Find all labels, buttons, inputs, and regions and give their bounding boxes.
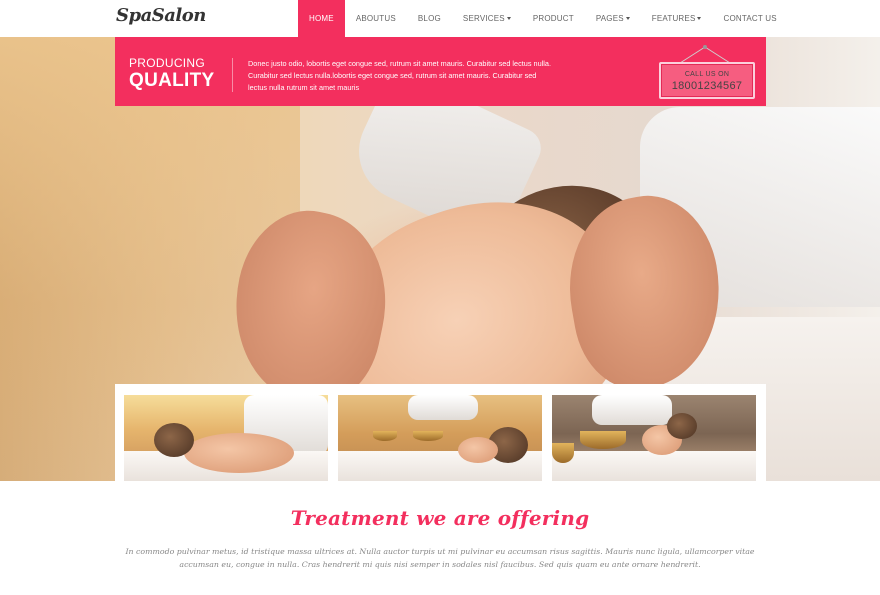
- banner-description: Donec justo odio, lobortis eget congue s…: [248, 59, 551, 92]
- nav-contact-us[interactable]: CONTACT US: [712, 0, 787, 37]
- nav-blog-label: BLOG: [417, 14, 441, 23]
- thumbnail-strip: [115, 384, 766, 481]
- nav-home[interactable]: HOME: [298, 0, 345, 37]
- nav-pages[interactable]: PAGES: [585, 0, 641, 37]
- banner-divider: [232, 58, 233, 92]
- section-description: In commodo pulvinar metus, id tristique …: [125, 547, 755, 569]
- nav-services[interactable]: SERVICES: [452, 0, 522, 37]
- thumbnail-back-massage[interactable]: [124, 395, 328, 481]
- nav-blog[interactable]: BLOG: [407, 0, 452, 37]
- section-title: Treatment we are offering: [290, 506, 590, 530]
- caret-down-icon: [697, 17, 702, 20]
- thumbnail-singing-bowls[interactable]: [338, 395, 542, 481]
- top-navbar: SpaSalon HOME ABOUTUS BLOG SERVICES PROD…: [0, 0, 880, 37]
- nav-features-label: FEATURES: [651, 14, 696, 23]
- nav-pages-label: PAGES: [595, 14, 624, 23]
- nav-contact-us-label: CONTACT US: [723, 14, 777, 23]
- nav-product[interactable]: PRODUCT: [522, 0, 585, 37]
- thumbnail-bowl-therapy[interactable]: [552, 395, 756, 481]
- nav-product-label: PRODUCT: [532, 14, 574, 23]
- sign-hanger: [679, 45, 731, 64]
- call-us-label: CALL US ON: [684, 71, 730, 78]
- call-us-sign[interactable]: CALL US ON 18001234567: [659, 62, 755, 99]
- banner-producing: PRODUCING: [129, 56, 206, 70]
- nav-services-label: SERVICES: [462, 14, 505, 23]
- caret-down-icon: [625, 17, 630, 20]
- nav-aboutus-label: ABOUTUS: [355, 14, 396, 23]
- nav-features[interactable]: FEATURES: [641, 0, 713, 37]
- nav-home-label: HOME: [309, 14, 334, 23]
- caret-down-icon: [506, 17, 511, 20]
- main-nav: HOME ABOUTUS BLOG SERVICES PRODUCT PAGES…: [298, 0, 788, 37]
- nav-aboutus[interactable]: ABOUTUS: [345, 0, 407, 37]
- phone-number[interactable]: 18001234567: [661, 80, 753, 92]
- site-logo[interactable]: SpaSalon: [116, 5, 206, 26]
- banner-quality: QUALITY: [129, 70, 215, 91]
